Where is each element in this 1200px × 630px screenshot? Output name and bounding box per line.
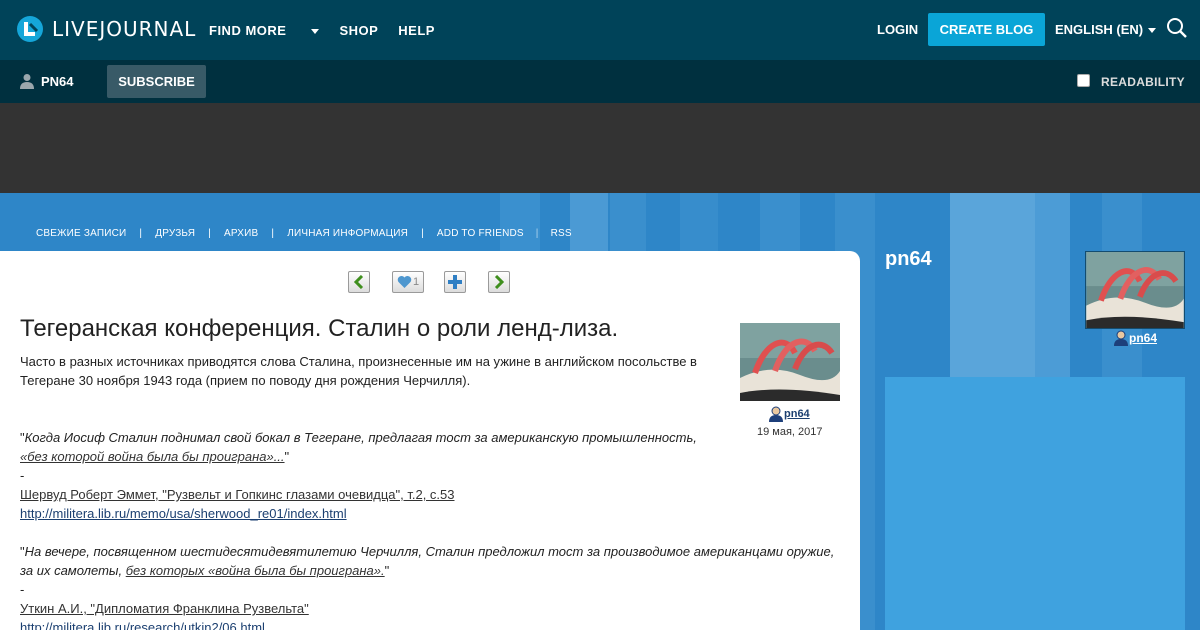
nav-help[interactable]: HELP bbox=[398, 23, 435, 38]
next-entry-button[interactable] bbox=[488, 271, 510, 293]
author-name: pn64 bbox=[784, 408, 810, 420]
nav-separator: | bbox=[139, 228, 143, 239]
readability-label[interactable]: READABILITY bbox=[1101, 75, 1185, 89]
language-selector[interactable]: ENGLISH (EN) bbox=[1055, 22, 1157, 37]
quote-2: "На вечере, посвященном шестидесятидевят… bbox=[20, 544, 835, 578]
quote-1-link-text: «без которой война была бы проиграна»... bbox=[20, 449, 285, 464]
chevron-right-icon bbox=[494, 275, 505, 289]
nav-archive[interactable]: АРХИВ bbox=[224, 228, 258, 239]
url-1-link[interactable]: http://militera.lib.ru/memo/usa/sherwood… bbox=[20, 506, 347, 521]
like-button[interactable]: 1 bbox=[392, 271, 424, 293]
nav-separator: | bbox=[208, 228, 211, 239]
sidebar-journal-name: pn64 bbox=[885, 248, 932, 270]
source-2-link[interactable]: Уткин А.И., "Дипломатия Франклина Рузвел… bbox=[20, 601, 309, 616]
add-memory-button[interactable] bbox=[444, 271, 466, 293]
chevron-down-icon bbox=[311, 28, 320, 34]
journal-nav: СВЕЖИЕ ЗАПИСИ | ДРУЗЬЯ | АРХИВ | ЛИЧНАЯ … bbox=[36, 228, 572, 239]
dash: - bbox=[20, 468, 25, 483]
chevron-down-icon bbox=[1148, 28, 1157, 34]
author-link[interactable]: pn64 bbox=[768, 406, 810, 422]
nav-shop[interactable]: SHOP bbox=[339, 23, 378, 38]
logo-text: LIVEJOURNAL bbox=[52, 17, 197, 41]
main-nav: FIND MORE SHOP HELP bbox=[209, 0, 455, 60]
sidebar-user-link[interactable]: pn64 bbox=[1113, 330, 1157, 346]
heart-icon bbox=[397, 276, 412, 288]
nav-separator: | bbox=[271, 228, 275, 239]
quote-2-link-text: без которых «война была бы проиграна». bbox=[125, 563, 385, 578]
nav-separator: | bbox=[421, 228, 424, 239]
journal-name[interactable]: PN64 bbox=[41, 74, 74, 89]
post-container: 1 Тегеранская конференция. Сталин о роли… bbox=[0, 251, 860, 630]
url-2-link[interactable]: http://militera.lib.ru/research/utkin2/0… bbox=[20, 620, 265, 630]
sidebar-widget bbox=[885, 377, 1185, 630]
author-userpic[interactable] bbox=[740, 323, 840, 401]
top-navigation-bar: LIVEJOURNAL FIND MORE SHOP HELP LOGIN CR… bbox=[0, 0, 1200, 60]
nav-friends[interactable]: ДРУЗЬЯ bbox=[155, 228, 195, 239]
nav-separator: | bbox=[535, 228, 539, 239]
language-label: ENGLISH (EN) bbox=[1055, 22, 1144, 37]
post-body: "Когда Иосиф Сталин поднимал свой бокал … bbox=[20, 428, 840, 630]
post-title: Тегеранская конференция. Сталин о роли л… bbox=[20, 315, 619, 342]
nav-rss[interactable]: RSS bbox=[551, 228, 572, 239]
readability-checkbox[interactable] bbox=[1077, 74, 1090, 87]
previous-entry-button[interactable] bbox=[348, 271, 370, 293]
create-blog-button[interactable]: CREATE BLOG bbox=[928, 13, 1045, 46]
user-icon bbox=[20, 74, 34, 89]
login-link[interactable]: LOGIN bbox=[877, 22, 918, 37]
nav-find-more-label: FIND MORE bbox=[209, 22, 287, 38]
search-icon[interactable] bbox=[1166, 17, 1188, 39]
user-icon bbox=[1114, 330, 1128, 346]
quote-1-link[interactable]: «без которой война была бы проиграна»... bbox=[20, 449, 285, 464]
quote-2-link[interactable]: без которых «война была бы проиграна». bbox=[126, 563, 385, 578]
nav-recent-entries[interactable]: СВЕЖИЕ ЗАПИСИ bbox=[36, 228, 126, 239]
plus-icon bbox=[448, 275, 462, 289]
source-1-link[interactable]: Шервуд Роберт Эммет, "Рузвельт и Гопкинс… bbox=[20, 487, 455, 502]
chevron-left-icon bbox=[353, 275, 364, 289]
user-icon bbox=[769, 406, 783, 422]
nav-add-to-friends[interactable]: ADD TO FRIENDS bbox=[437, 228, 524, 239]
sidebar-user-name: pn64 bbox=[1129, 331, 1158, 345]
subscribe-button[interactable]: SUBSCRIBE bbox=[107, 65, 206, 98]
quote-1: "Когда Иосиф Сталин поднимал свой бокал … bbox=[20, 430, 697, 464]
post-intro: Часто в разных источниках приводятся сло… bbox=[20, 354, 697, 388]
like-count: 1 bbox=[412, 276, 420, 288]
quote-1-text: Когда Иосиф Сталин поднимал свой бокал в… bbox=[24, 430, 697, 445]
nav-profile[interactable]: ЛИЧНАЯ ИНФОРМАЦИЯ bbox=[287, 228, 408, 239]
journal-subbar: PN64 SUBSCRIBE READABILITY bbox=[0, 60, 1200, 103]
dash: - bbox=[20, 582, 25, 597]
sidebar-userpic[interactable] bbox=[1085, 251, 1185, 329]
ad-banner bbox=[0, 103, 1200, 193]
nav-find-more[interactable]: FIND MORE bbox=[209, 22, 320, 38]
livejournal-logo-icon bbox=[17, 16, 43, 42]
livejournal-logo[interactable]: LIVEJOURNAL bbox=[16, 15, 196, 43]
